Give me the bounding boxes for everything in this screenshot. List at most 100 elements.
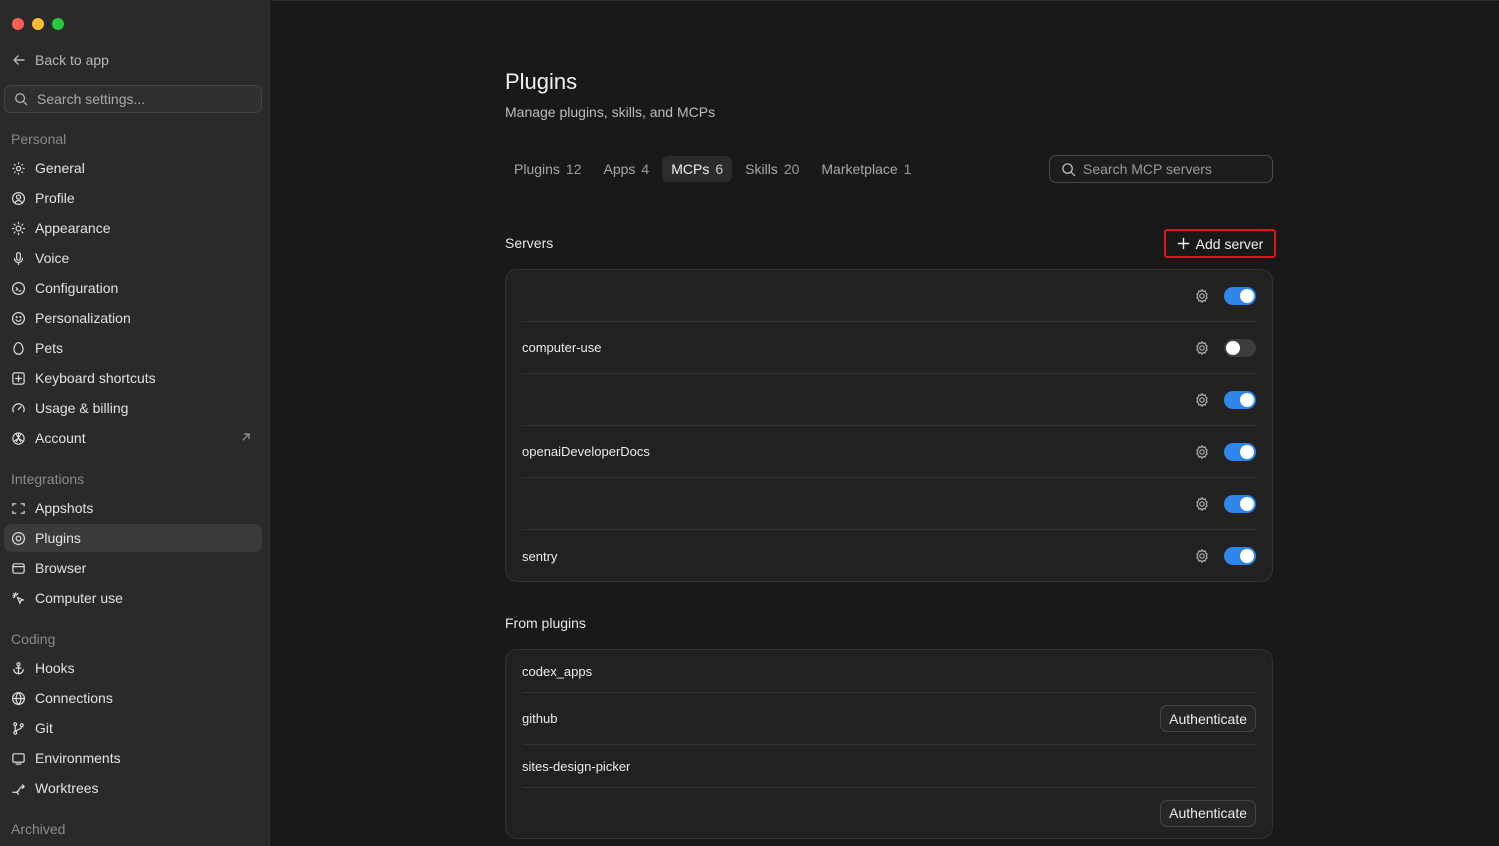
sidebar-item-label: Usage & billing [35,400,129,416]
tab-plugins[interactable]: Plugins 12 [505,156,591,182]
sidebar-item-usage-billing[interactable]: Usage & billing [4,394,262,422]
section-personal: Personal [11,131,67,147]
sidebar-item-appearance[interactable]: Appearance [4,214,262,242]
gear-icon[interactable] [1194,340,1210,356]
microphone-icon [13,251,24,265]
cursor-click-icon [12,591,25,605]
tab-count: 12 [565,161,582,177]
gear-icon[interactable] [1194,496,1210,512]
section-archived: Archived [11,821,66,837]
sidebar-item-plugins[interactable]: Plugins [4,524,262,552]
sidebar-item-label: Connections [35,690,113,706]
sidebar-item-personalization[interactable]: Personalization [4,304,262,332]
sidebar-item-label: Worktrees [35,780,99,796]
git-branch-icon [13,721,24,735]
sidebar-item-keyboard-shortcuts[interactable]: Keyboard shortcuts [4,364,262,392]
server-name: sentry [522,548,558,564]
keyboard-icon [12,371,25,385]
server-row [522,270,1256,322]
tab-count: 4 [641,161,650,177]
sidebar-item-voice[interactable]: Voice [4,244,262,272]
server-toggle[interactable] [1224,286,1256,305]
authenticate-button[interactable]: Authenticate [1160,705,1256,732]
sidebar-item-hooks[interactable]: Hooks [4,654,262,682]
sidebar-item-label: Environments [35,750,121,766]
sidebar-item-computer-use[interactable]: Computer use [4,584,262,612]
tab-label: Skills [745,161,778,177]
egg-icon [13,341,24,355]
sidebar-item-profile[interactable]: Profile [4,184,262,212]
screenshot-frame-icon [12,502,25,514]
sidebar-item-label: Browser [35,560,87,576]
external-link-icon [242,433,250,441]
settings-search[interactable] [4,85,262,113]
page-title: Plugins [505,69,578,94]
back-to-app-link[interactable]: Back to app [11,52,109,68]
mcp-search[interactable] [1049,155,1273,183]
gear-icon[interactable] [1194,548,1210,564]
authenticate-button[interactable]: Authenticate [1160,799,1256,827]
server-row: sentry [522,530,1256,582]
tab-label: MCPs [671,161,710,177]
close-window-button[interactable] [12,18,24,30]
sidebar-item-pets[interactable]: Pets [4,334,262,362]
sidebar-item-label: General [35,160,85,176]
gear-icon[interactable] [1194,392,1210,408]
plugin-row: github Authenticate [522,693,1256,745]
settings-search-input[interactable] [37,91,247,107]
minimize-window-button[interactable] [32,18,44,30]
sidebar-item-connections[interactable]: Connections [4,684,262,712]
monitor-icon [12,752,25,765]
server-toggle[interactable] [1224,442,1256,461]
sidebar-item-label: Profile [35,190,75,206]
sidebar-item-general[interactable]: General [4,154,262,182]
servers-heading: Servers [505,235,554,251]
server-toggle[interactable] [1224,338,1256,357]
sidebar-item-label: Plugins [35,530,81,546]
page-subtitle: Manage plugins, skills, and MCPs [505,104,716,120]
window-controls [12,18,64,30]
plugin-row: Authenticate [522,788,1256,838]
add-server-button[interactable]: Add server [1164,229,1276,258]
sidebar-item-account[interactable]: Account [4,424,262,452]
plugin-icon [11,531,26,545]
sidebar-item-label: Keyboard shortcuts [35,370,156,386]
sidebar-item-environments[interactable]: Environments [4,744,262,772]
tab-label: Plugins [514,161,560,177]
plugin-name: github [522,711,558,726]
gauge-icon [12,402,25,412]
section-integrations: Integrations [11,471,85,487]
plugin-name: codex_apps [522,663,593,679]
tab-apps[interactable]: Apps 4 [595,156,659,182]
user-circle-icon [11,191,26,205]
server-toggle[interactable] [1224,547,1256,565]
toggle-knob [1240,288,1254,303]
arrow-left-icon [13,55,25,65]
gear-icon[interactable] [1194,444,1210,460]
mcp-search-input[interactable] [1083,161,1263,177]
maximize-window-button[interactable] [52,18,64,30]
tab-skills[interactable]: Skills 20 [736,156,808,182]
tab-mcps[interactable]: MCPs 6 [662,156,733,182]
toggle-knob [1240,549,1254,563]
toggle-knob [1240,444,1254,459]
server-toggle[interactable] [1224,494,1256,513]
server-toggle[interactable] [1224,390,1256,409]
tab-count: 20 [783,161,800,177]
sidebar-item-configuration[interactable]: Configuration [4,274,262,302]
gear-icon [12,161,25,175]
from-plugins-heading: From plugins [505,615,586,631]
browser-window-icon [12,562,25,574]
settings-sidebar: Back to app Personal General Profile App… [0,0,270,846]
sidebar-item-browser[interactable]: Browser [4,554,262,582]
sidebar-item-git[interactable]: Git [4,714,262,742]
plus-icon [1177,237,1189,250]
plugin-name: sites-design-picker [522,758,631,774]
gear-icon[interactable] [1194,288,1210,304]
sidebar-item-appshots[interactable]: Appshots [4,494,262,522]
plugin-servers-list: codex_apps github Authenticate sites-des… [505,649,1273,839]
tab-marketplace[interactable]: Marketplace 1 [812,156,920,182]
sidebar-item-label: Computer use [35,590,123,606]
settings-main: Plugins Manage plugins, skills, and MCPs… [271,0,1499,846]
sidebar-item-worktrees[interactable]: Worktrees [4,774,262,802]
